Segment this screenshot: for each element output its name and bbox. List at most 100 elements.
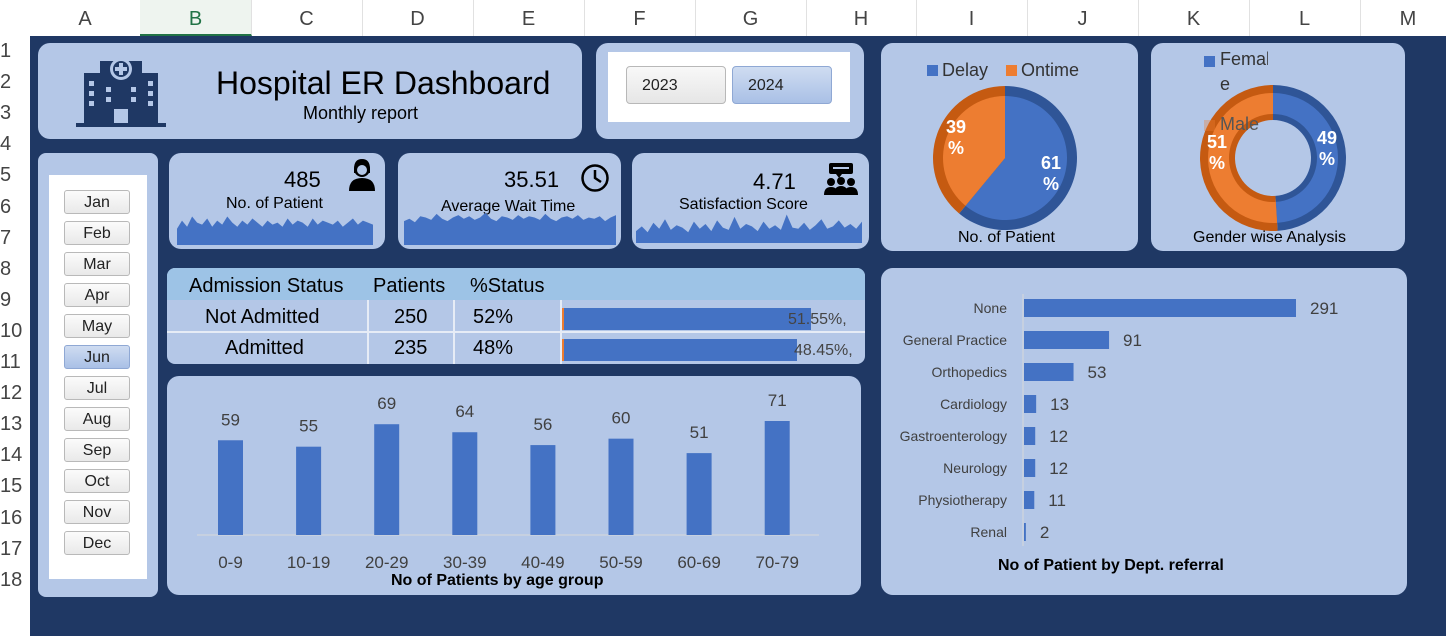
row-header-7[interactable]: 7 — [0, 227, 30, 250]
year-slicer-card: 2023 2024 — [596, 43, 864, 139]
kpi-satisfaction-card: 4.71 Satisfaction Score — [632, 153, 869, 249]
column-header-j[interactable]: J — [1027, 0, 1139, 36]
admission-row1-status: Not Admitted — [205, 306, 320, 328]
row-header-16[interactable]: 16 — [0, 507, 30, 530]
age-bar — [296, 446, 322, 535]
dept-bar-chart: None 291 General Practice 91 Orthopedics 53 Ca… — [900, 294, 1338, 546]
kpi-satisfaction-sparkline — [636, 214, 862, 243]
month-jun-button[interactable]: Jun — [64, 345, 130, 369]
row-header-6[interactable]: 6 — [0, 196, 30, 219]
month-feb-button[interactable]: Feb — [64, 221, 130, 245]
column-header-f[interactable]: F — [584, 0, 696, 36]
legend-female-swatch — [1204, 56, 1215, 67]
kpi-satisfaction-value: 4.71 — [753, 169, 796, 194]
admission-row1-bar — [562, 308, 811, 330]
year-2024-button[interactable]: 2024 — [732, 66, 832, 104]
column-header-h[interactable]: H — [806, 0, 917, 36]
month-sep-button[interactable]: Sep — [64, 438, 130, 462]
dept-bar-value: 291 — [1310, 299, 1338, 318]
kpi-wait-value: 35.51 — [504, 167, 560, 192]
hospital-icon — [76, 58, 166, 127]
column-header-a[interactable]: A — [30, 0, 141, 36]
dept-bar — [1024, 427, 1036, 445]
row-header-10[interactable]: 10 — [0, 320, 30, 343]
age-bar-value: 64 — [455, 402, 474, 421]
sparkline-area — [177, 216, 373, 245]
month-mar-button[interactable]: Mar — [64, 252, 130, 276]
age-category-label: 30-39 — [443, 553, 486, 572]
column-header-g[interactable]: G — [695, 0, 807, 36]
legend-female-label: Female — [1220, 49, 1268, 69]
column-header-i[interactable]: I — [916, 0, 1028, 36]
row-header-11[interactable]: 11 — [0, 351, 30, 374]
column-header-b[interactable]: B — [140, 0, 252, 36]
age-category-label: 50-59 — [599, 553, 642, 572]
month-dec-button[interactable]: Dec — [64, 531, 130, 555]
column-header-k[interactable]: K — [1138, 0, 1250, 36]
age-bar — [764, 421, 790, 535]
column-header-d[interactable]: D — [362, 0, 474, 36]
column-header-e[interactable]: E — [473, 0, 585, 36]
row-header-2[interactable]: 2 — [0, 71, 30, 94]
sparkline-area — [404, 212, 616, 245]
row-header-5[interactable]: 5 — [0, 164, 30, 187]
age-bar-value: 71 — [768, 391, 787, 410]
age-category-label: 60-69 — [677, 553, 720, 572]
row-header-1[interactable]: 1 — [0, 40, 30, 63]
dept-category-label: Physiotherapy — [918, 492, 1007, 508]
admission-header-pct: %Status — [470, 275, 545, 297]
row-header-14[interactable]: 14 — [0, 444, 30, 467]
age-bar-chart: 59 0-9 55 10-19 69 20-29 64 30-39 56 40-49 60 50-59… — [197, 391, 819, 572]
month-jul-button[interactable]: Jul — [64, 376, 130, 400]
age-bar — [530, 445, 556, 535]
month-oct-button[interactable]: Oct — [64, 469, 130, 493]
month-jan-button[interactable]: Jan — [64, 190, 130, 214]
dashboard-title: Hospital ER Dashboard — [216, 65, 551, 101]
admission-row2-bar — [562, 339, 797, 361]
age-category-label: 0-9 — [218, 553, 243, 572]
row-header-bar: 1 2 3 4 5 6 7 8 9 10 11 12 13 14 15 16 17 18 — [0, 36, 31, 636]
month-slicer-card: Jan Feb Mar Apr May Jun Jul Aug Sep Oct Nov Dec — [38, 153, 158, 597]
admission-row2-patients: 235 — [394, 337, 428, 359]
dept-category-label: Neurology — [943, 460, 1007, 476]
column-header-c[interactable]: C — [251, 0, 363, 36]
row-header-4[interactable]: 4 — [0, 133, 30, 156]
feedback-icon — [824, 163, 858, 195]
admission-row1-pct: 52% — [473, 306, 514, 328]
row-header-3[interactable]: 3 — [0, 102, 30, 125]
age-bar — [218, 440, 243, 535]
column-header-l[interactable]: L — [1249, 0, 1361, 36]
legend-delay-swatch — [927, 65, 938, 76]
age-bar-value: 55 — [299, 417, 318, 436]
column-header-m[interactable]: M — [1360, 0, 1446, 36]
row-header-15[interactable]: 15 — [0, 475, 30, 498]
dept-bar-value: 13 — [1050, 395, 1069, 414]
month-nov-button[interactable]: Nov — [64, 500, 130, 524]
row-header-17[interactable]: 17 — [0, 538, 30, 561]
dept-category-label: Renal — [970, 524, 1007, 540]
row-header-12[interactable]: 12 — [0, 382, 30, 405]
row-header-13[interactable]: 13 — [0, 413, 30, 436]
pie-delay-value: 61 % — [1040, 153, 1062, 194]
legend-ontime-label: Ontime — [1021, 60, 1080, 80]
age-bar-value: 56 — [533, 415, 552, 434]
admission-header-patients: Patients — [373, 275, 446, 297]
age-chart-card: 59 0-9 55 10-19 69 20-29 64 30-39 56 40-49 60 50-59… — [167, 376, 861, 595]
month-may-button[interactable]: May — [64, 314, 130, 338]
admission-row1-bar-label: 51.55%, — [788, 311, 847, 328]
dept-bar-value: 12 — [1049, 427, 1068, 446]
dept-bar-value: 53 — [1088, 363, 1107, 382]
age-category-label: 40-49 — [521, 553, 564, 572]
dept-category-label: None — [974, 300, 1008, 316]
row-header-9[interactable]: 9 — [0, 289, 30, 312]
title-card: Hospital ER Dashboard Monthly report — [38, 43, 582, 139]
year-slicer: 2023 2024 — [608, 52, 850, 122]
month-apr-button[interactable]: Apr — [64, 283, 130, 307]
month-aug-button[interactable]: Aug — [64, 407, 130, 431]
punctuality-pie-card: Delay Ontime 39 % 61 % No. of Patient — [881, 43, 1138, 251]
dept-bar — [1024, 523, 1026, 541]
age-bar-value: 59 — [221, 410, 240, 429]
row-header-18[interactable]: 18 — [0, 569, 30, 592]
year-2023-button[interactable]: 2023 — [626, 66, 726, 104]
row-header-8[interactable]: 8 — [0, 258, 30, 281]
